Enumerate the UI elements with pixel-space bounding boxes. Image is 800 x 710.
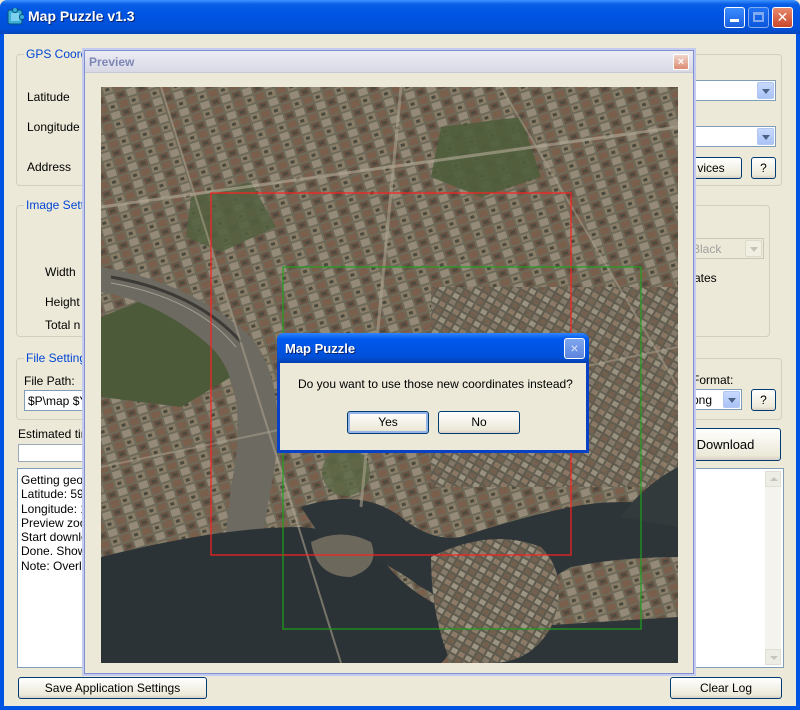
log-scrollbar[interactable] [765, 471, 781, 665]
gps-help-button[interactable]: ? [751, 157, 776, 179]
progress-bar [18, 444, 94, 462]
preview-titlebar[interactable]: Preview × [85, 51, 693, 73]
file-help-button[interactable]: ? [751, 389, 776, 411]
format-label: Format: [692, 373, 734, 387]
puzzle-icon [7, 8, 24, 25]
total-label: Total n [45, 318, 81, 332]
window-frame-bottom [0, 706, 800, 710]
save-settings-button[interactable]: Save Application Settings [18, 677, 207, 699]
close-icon: × [570, 340, 579, 356]
file-settings-group-title: File Setting [24, 351, 89, 365]
chevron-down-icon [745, 240, 762, 257]
image-settings-group-title: Image Setti [24, 198, 89, 212]
preview-close-button[interactable]: × [673, 54, 689, 70]
scroll-up-icon[interactable] [765, 471, 781, 487]
no-button[interactable]: No [438, 411, 520, 434]
close-button[interactable]: ✕ [772, 7, 793, 28]
format-select[interactable]: png [688, 389, 742, 410]
clear-log-button[interactable]: Clear Log [670, 677, 782, 699]
color-select[interactable]: Black [688, 238, 764, 259]
preview-title: Preview [89, 55, 135, 69]
color-select-value: Black [692, 242, 722, 256]
latitude-select[interactable] [688, 80, 776, 101]
close-icon: × [677, 56, 685, 68]
minimize-button[interactable] [724, 7, 745, 28]
log-line: Done. Show [21, 544, 87, 559]
dialog-message: Do you want to use those new coordinates… [298, 377, 573, 391]
dialog-titlebar[interactable]: Map Puzzle × [277, 333, 589, 363]
estimated-time-label: Estimated tim [18, 427, 91, 441]
dialog-title: Map Puzzle [285, 341, 356, 356]
width-label: Width [45, 265, 76, 279]
window-frame-left [0, 34, 4, 710]
latitude-label: Latitude [27, 90, 70, 104]
maximize-button[interactable] [748, 7, 769, 28]
log-line: Longitude: 1 [21, 501, 88, 516]
window-title: Map Puzzle v1.3 [28, 8, 135, 24]
log-lines: Getting geo Latitude: 59 Longitude: 1 Pr… [21, 473, 88, 573]
confirm-dialog: Map Puzzle × Do you want to use those ne… [277, 333, 589, 453]
gps-group-title: GPS Coord [24, 47, 90, 61]
coordinates-option-label: ates [694, 271, 717, 285]
minimize-icon [730, 19, 739, 22]
log-line: Note: Overla [21, 558, 89, 573]
chevron-down-icon[interactable] [723, 391, 740, 408]
chevron-down-icon[interactable] [757, 128, 774, 145]
titlebar[interactable]: Map Puzzle v1.3 ✕ [0, 0, 800, 34]
height-label: Height [45, 295, 80, 309]
longitude-select[interactable] [688, 126, 776, 147]
format-select-value: png [692, 393, 713, 407]
close-icon: ✕ [776, 9, 789, 25]
dialog-close-button[interactable]: × [564, 338, 585, 359]
address-label: Address [27, 160, 72, 174]
chevron-down-icon[interactable] [757, 82, 774, 99]
log-line: Preview zoc [21, 515, 86, 530]
log-line: Latitude: 59 [21, 487, 84, 502]
file-path-label: File Path: [24, 374, 75, 388]
log-line: Getting geo [21, 473, 84, 487]
log-line: Start downlo [21, 530, 88, 545]
yes-button[interactable]: Yes [347, 411, 429, 434]
maximize-icon [753, 12, 764, 22]
window-frame-right [796, 34, 800, 710]
scroll-down-icon[interactable] [765, 649, 781, 665]
longitude-label: Longitude [27, 120, 80, 134]
file-path-value: $P\map $Y [28, 394, 88, 408]
